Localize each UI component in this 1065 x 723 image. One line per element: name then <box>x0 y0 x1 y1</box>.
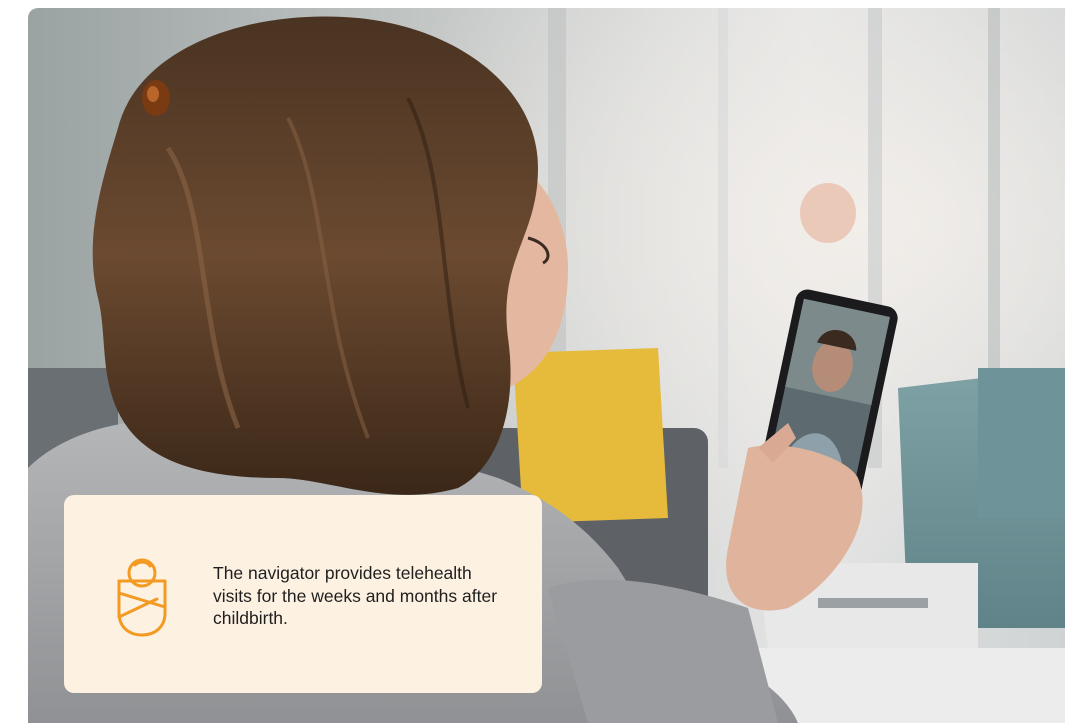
swaddled-baby-icon <box>109 557 175 637</box>
hero-photo-frame: The navigator provides telehealth visits… <box>28 8 1065 723</box>
caption-card: The navigator provides telehealth visits… <box>64 495 542 693</box>
caption-text: The navigator provides telehealth visits… <box>213 563 498 628</box>
